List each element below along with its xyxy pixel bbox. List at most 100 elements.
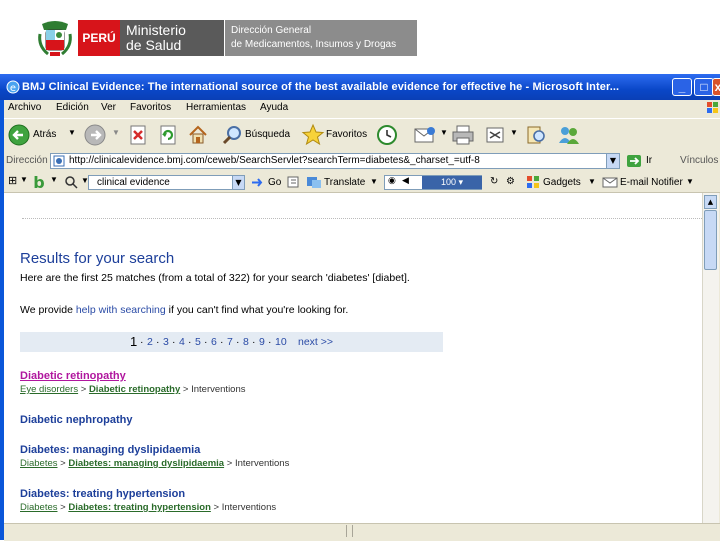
home-icon[interactable]	[187, 124, 209, 146]
menu-archivo[interactable]: Archivo	[8, 102, 41, 113]
email-notifier-icon[interactable]	[602, 175, 618, 189]
result-title[interactable]: Diabetic nephropathy	[20, 414, 132, 426]
mail-dropdown-icon[interactable]: ▼	[440, 128, 448, 137]
pager-page-4[interactable]: 4	[179, 332, 185, 352]
translate-dropdown-icon[interactable]: ▼	[370, 177, 378, 186]
crumb-link[interactable]: Diabetic retinopathy	[89, 384, 180, 395]
close-button[interactable]: x	[712, 78, 720, 96]
edit-icon[interactable]	[485, 125, 507, 145]
research-icon[interactable]	[525, 124, 547, 146]
toolbar-options-icon[interactable]: ⊞	[8, 174, 17, 187]
tools-small-icon[interactable]: ⚙	[506, 176, 515, 187]
print-icon[interactable]	[451, 124, 475, 146]
gadgets-icon[interactable]	[526, 175, 540, 189]
links-label[interactable]: Vínculos	[680, 155, 718, 166]
help-prefix: We provide	[20, 304, 76, 316]
options-dropdown-icon[interactable]: ▼	[20, 175, 28, 184]
search-icon[interactable]	[221, 124, 243, 146]
search-dropdown-icon[interactable]: ▼	[232, 175, 245, 190]
pager-page-9[interactable]: 9	[259, 332, 265, 352]
gadgets-dropdown-icon[interactable]: ▼	[588, 177, 596, 186]
crumb-text[interactable]: Interventions	[235, 458, 289, 469]
menu-edicion[interactable]: Edición	[56, 102, 89, 113]
translate-icon[interactable]	[306, 175, 322, 189]
email-notifier-label[interactable]: E-mail Notifier	[620, 177, 683, 188]
messenger-icon[interactable]	[557, 124, 581, 146]
pager-page-10[interactable]: 10	[275, 332, 287, 352]
result-title[interactable]: Diabetic retinopathy	[20, 370, 126, 382]
bookmark-icon[interactable]	[286, 175, 300, 189]
go-button[interactable]: Ir	[646, 155, 652, 166]
edit-dropdown-icon[interactable]: ▼	[510, 128, 518, 137]
stop-icon[interactable]	[129, 125, 147, 145]
crumb-link[interactable]: Diabetes	[20, 502, 58, 513]
peru-label: PERÚ	[78, 20, 120, 56]
search-history-dropdown-icon[interactable]: ▼	[81, 176, 89, 185]
result-breadcrumb: Diabetes > Diabetes: managing dyslipidae…	[20, 458, 289, 469]
refresh-small-icon[interactable]: ↻	[490, 176, 498, 187]
address-dropdown-icon[interactable]: ▼	[606, 153, 620, 169]
logo-dropdown-icon[interactable]: ▼	[50, 175, 58, 184]
magnifier-icon[interactable]	[64, 175, 78, 189]
go-search-label[interactable]: Go	[268, 177, 281, 188]
minimize-button[interactable]: _	[672, 78, 692, 96]
pager-current: 1	[130, 334, 138, 349]
favorites-star-icon[interactable]	[301, 123, 325, 147]
go-search-icon[interactable]	[250, 176, 264, 189]
svg-text:e: e	[10, 83, 16, 94]
back-dropdown-icon[interactable]: ▼	[68, 128, 76, 137]
result-title[interactable]: Diabetes: treating hypertension	[20, 488, 185, 500]
stop-media-icon[interactable]: ◉	[388, 176, 396, 186]
crumb-sep: >	[213, 502, 220, 513]
crumb-text[interactable]: Interventions	[222, 502, 276, 513]
forward-arrow-icon[interactable]	[84, 124, 106, 146]
menu-ayuda[interactable]: Ayuda	[260, 102, 288, 113]
result-title[interactable]: Diabetes: managing dyslipidaemia	[20, 444, 200, 456]
pager-page-3[interactable]: 3	[163, 332, 169, 352]
pager-page-7[interactable]: 7	[227, 332, 233, 352]
pager-sep: ·	[156, 336, 160, 348]
forward-dropdown-icon[interactable]: ▼	[112, 128, 120, 137]
crumb-link[interactable]: Eye disorders	[20, 384, 78, 395]
menu-bar: Archivo Edición Ver Favoritos Herramient…	[4, 100, 720, 118]
menu-favoritos[interactable]: Favoritos	[130, 102, 171, 113]
crumb-text[interactable]: Interventions	[191, 384, 245, 395]
pager-next[interactable]: next >>	[298, 332, 333, 352]
menu-herramientas[interactable]: Herramientas	[186, 102, 246, 113]
pager-sep: ·	[252, 336, 256, 348]
pager-page-5[interactable]: 5	[195, 332, 201, 352]
back-arrow-icon[interactable]	[8, 124, 30, 146]
google-logo-icon[interactable]: b	[30, 173, 48, 190]
pager-page-2[interactable]: 2	[147, 332, 153, 352]
translate-label[interactable]: Translate	[324, 177, 365, 188]
gadgets-label[interactable]: Gadgets	[543, 177, 581, 188]
maximize-button[interactable]: □	[694, 78, 714, 96]
help-link[interactable]: help with searching	[76, 304, 166, 316]
history-icon[interactable]	[376, 124, 398, 146]
crumb-link[interactable]: Diabetes	[20, 458, 58, 469]
refresh-icon[interactable]	[159, 125, 177, 145]
play-icon[interactable]: ◀	[402, 176, 409, 186]
pager-page-6[interactable]: 6	[211, 332, 217, 352]
ministry-line-1: Ministerio	[126, 22, 186, 38]
page-icon	[53, 155, 65, 167]
favorites-label[interactable]: Favoritos	[326, 129, 367, 140]
mail-icon[interactable]	[413, 125, 437, 145]
status-bar	[4, 523, 720, 541]
email-dropdown-icon[interactable]: ▼	[686, 177, 694, 186]
help-suffix: if you can't find what you're looking fo…	[165, 304, 349, 316]
crumb-link[interactable]: Diabetes: managing dyslipidaemia	[68, 458, 224, 469]
address-input[interactable]: http://clinicalevidence.bmj.com/ceweb/Se…	[50, 153, 620, 169]
go-arrow-icon[interactable]	[626, 154, 642, 168]
pager-page-8[interactable]: 8	[243, 332, 249, 352]
coat-of-arms-icon	[38, 21, 72, 56]
back-label[interactable]: Atrás	[33, 129, 56, 140]
search-label[interactable]: Búsqueda	[245, 129, 290, 140]
scroll-thumb[interactable]	[704, 210, 717, 270]
menu-ver[interactable]: Ver	[101, 102, 116, 113]
toolbar-search-input[interactable]: clinical evidence	[88, 175, 244, 190]
zoom-display[interactable]: 100 ▾	[422, 176, 482, 189]
svg-text:b: b	[33, 173, 44, 190]
crumb-link[interactable]: Diabetes: treating hypertension	[68, 502, 211, 513]
scroll-up-button[interactable]: ▲	[704, 195, 717, 209]
